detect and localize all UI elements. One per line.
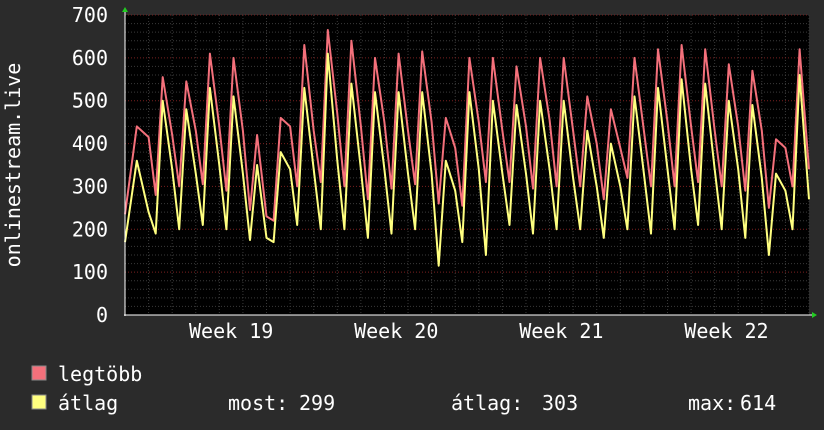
legend: legtöbb átlag xyxy=(31,362,142,415)
stats: most: 299 átlag: 303 max: 614 xyxy=(228,391,776,415)
y-axis-label: onlinestream.live xyxy=(1,63,25,268)
legend-label-max: legtöbb xyxy=(58,362,142,386)
y-tick-label: 300 xyxy=(72,174,108,198)
legend-label-avg: átlag xyxy=(58,391,118,415)
stat-avg-label: átlag: xyxy=(451,391,523,415)
y-tick-labels: 0 100 200 300 400 500 600 700 xyxy=(72,3,108,327)
y-tick-label: 700 xyxy=(72,3,108,27)
y-tick-label: 400 xyxy=(72,132,108,156)
stat-now-value: 299 xyxy=(299,391,335,415)
stat-now-label: most: xyxy=(228,391,288,415)
y-tick-label: 600 xyxy=(72,46,108,70)
x-axis-arrow-icon xyxy=(812,312,817,318)
y-tick-label: 100 xyxy=(72,260,108,284)
y-tick-label: 500 xyxy=(72,89,108,113)
y-axis-arrow-icon xyxy=(122,7,128,12)
stat-avg-value: 303 xyxy=(542,391,578,415)
y-tick-label: 200 xyxy=(72,217,108,241)
x-tick-label: Week 20 xyxy=(354,319,438,343)
x-tick-label: Week 22 xyxy=(684,319,768,343)
x-tick-label: Week 19 xyxy=(189,319,273,343)
legend-swatch-avg xyxy=(31,394,47,410)
chart: 0100200300400500600700 Week 19 Week 20 Wee… xyxy=(1,3,817,415)
legend-swatch-max xyxy=(31,365,47,381)
stat-max-label: max: xyxy=(688,391,736,415)
x-tick-label: Week 21 xyxy=(519,319,603,343)
stat-max-value: 614 xyxy=(740,391,776,415)
y-tick-label: 0 xyxy=(96,303,108,327)
x-tick-labels: Week 19 Week 20 Week 21 Week 22 xyxy=(189,319,769,343)
